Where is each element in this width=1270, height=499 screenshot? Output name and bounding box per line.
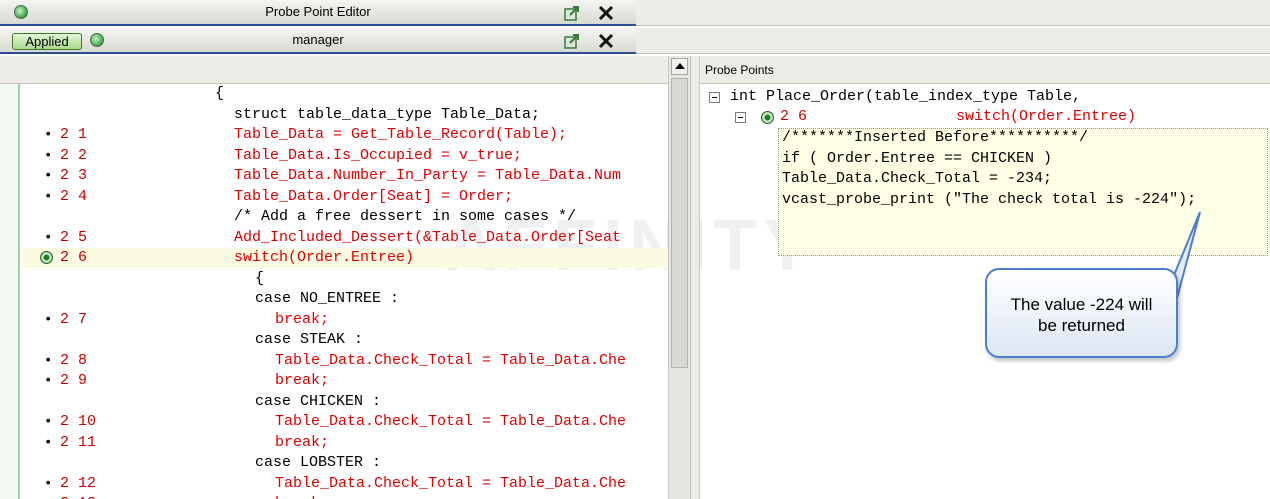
line-number: 2 12 bbox=[60, 474, 97, 492]
pane-splitter[interactable] bbox=[690, 56, 700, 499]
line-number: 2 11 bbox=[60, 433, 97, 451]
code-text: Table_Data.Is_Occupied = v_true; bbox=[234, 146, 523, 164]
titlebar-extension bbox=[636, 0, 1270, 26]
code-text: break; bbox=[275, 310, 330, 328]
line-number: 2 4 bbox=[60, 187, 88, 205]
titlebar-extension bbox=[636, 28, 1270, 54]
probe-points-label: Probe Points bbox=[705, 63, 774, 77]
code-line[interactable]: • 2 10 Table_Data.Check_Total = Table_Data… bbox=[22, 412, 668, 432]
probe-code-line: Table_Data.Check_Total = -234; bbox=[782, 170, 1053, 187]
code-line[interactable]: • 2 11 break; bbox=[22, 433, 668, 453]
code-line[interactable]: • 2 3 Table_Data.Number_In_Party = Table_D… bbox=[22, 166, 668, 186]
code-text: case STEAK : bbox=[255, 331, 364, 348]
editor-scrollbar[interactable] bbox=[668, 56, 690, 499]
code-text: case LOBSTER : bbox=[255, 454, 382, 471]
probe-point-icon[interactable] bbox=[40, 251, 53, 264]
editor-gutter bbox=[0, 84, 20, 499]
code-text: case CHICKEN : bbox=[255, 392, 382, 410]
callout-text: The value -224 will bbox=[1010, 295, 1153, 314]
collapse-icon[interactable] bbox=[735, 112, 746, 123]
code-text: Table_Data.Number_In_Party = Table_Data.… bbox=[234, 167, 622, 184]
code-line[interactable]: • 2 12 Table_Data.Check_Total = Table_Data… bbox=[22, 474, 668, 494]
code-line[interactable]: • 2 7 break; bbox=[22, 310, 668, 330]
code-text: Table_Data.Order[Seat] = Order; bbox=[234, 187, 514, 205]
line-number: 2 9 bbox=[60, 372, 88, 389]
scroll-thumb[interactable] bbox=[671, 78, 688, 368]
line-number: 2 6 bbox=[60, 249, 88, 266]
code-line[interactable]: • 2 1 Table_Data = Get_Table_Record(Table)… bbox=[22, 125, 668, 145]
code-line[interactable]: case NO_ENTREE : bbox=[22, 289, 668, 309]
code-text: Add_Included_Dessert(&Table_Data.Order[S… bbox=[234, 228, 622, 246]
line-number: 2 3 bbox=[60, 167, 88, 184]
close-icon[interactable] bbox=[597, 4, 615, 22]
code-text: break; bbox=[275, 372, 330, 389]
code-text: /* Add a free dessert in some cases */ bbox=[234, 208, 577, 225]
editor-header bbox=[0, 56, 668, 84]
line-number: 2 5 bbox=[60, 228, 88, 246]
maximize-icon[interactable] bbox=[563, 32, 581, 50]
coverage-bullet-icon: • bbox=[44, 373, 53, 389]
line-number: 2 7 bbox=[60, 310, 88, 328]
code-text: Table_Data.Check_Total = Table_Data.Che bbox=[275, 413, 627, 430]
annotation-callout: The value -224 will be returned bbox=[985, 268, 1178, 358]
coverage-bullet-icon: • bbox=[44, 229, 53, 246]
scroll-up-icon[interactable] bbox=[671, 58, 688, 75]
maximize-icon[interactable] bbox=[563, 4, 581, 22]
tree-function-node[interactable]: int Place_Order(table_index_type Table, bbox=[730, 87, 1081, 107]
coverage-bullet-icon: • bbox=[44, 188, 53, 205]
coverage-bullet-icon: • bbox=[44, 127, 53, 143]
tree-probe-line-no[interactable]: 2 6 bbox=[780, 107, 807, 127]
window-title: Probe Point Editor bbox=[265, 4, 371, 19]
code-text: Table_Data.Check_Total = Table_Data.Che bbox=[275, 351, 627, 369]
code-text: Table_Data.Check_Total = Table_Data.Che bbox=[275, 474, 627, 492]
code-line[interactable]: • 2 13 break; bbox=[22, 494, 668, 499]
line-number: 2 10 bbox=[60, 413, 97, 430]
coverage-bullet-icon: • bbox=[44, 168, 53, 184]
close-icon[interactable] bbox=[597, 32, 615, 50]
coverage-bullet-icon: • bbox=[44, 494, 52, 499]
code-line[interactable]: 2 6 switch(Order.Entree) bbox=[22, 248, 668, 268]
code-line[interactable]: • 2 4 Table_Data.Order[Seat] = Order; bbox=[22, 187, 668, 207]
code-line[interactable]: • 2 5 Add_Included_Dessert(&Table_Data.Ord… bbox=[22, 228, 668, 248]
coverage-bullet-icon: • bbox=[44, 475, 53, 492]
code-line[interactable]: struct table_data_type Table_Data; bbox=[22, 105, 668, 125]
code-text: break; bbox=[275, 433, 330, 451]
code-line[interactable]: /* Add a free dessert in some cases */ bbox=[22, 207, 668, 227]
collapse-icon[interactable] bbox=[709, 92, 720, 103]
probe-code-line: if ( Order.Entree == CHICKEN ) bbox=[782, 150, 1053, 167]
code-text: Table_Data = Get_Table_Record(Table); bbox=[234, 126, 568, 143]
code-line[interactable]: • 2 2 Table_Data.Is_Occupied = v_true; bbox=[22, 146, 668, 166]
coverage-bullet-icon: • bbox=[44, 147, 53, 164]
code-line[interactable]: • 2 8 Table_Data.Check_Total = Table_Data.… bbox=[22, 351, 668, 371]
code-line[interactable]: case LOBSTER : bbox=[22, 453, 668, 473]
code-line[interactable]: • 2 9 break; bbox=[22, 371, 668, 391]
line-number: 2 2 bbox=[60, 146, 88, 164]
callout-text: be returned bbox=[1038, 316, 1125, 335]
code-line[interactable]: case STEAK : bbox=[22, 330, 668, 350]
code-text: case NO_ENTREE : bbox=[255, 290, 400, 307]
code-text: switch(Order.Entree) bbox=[234, 249, 415, 266]
probe-point-editor-titlebar: Probe Point Editor bbox=[0, 0, 636, 26]
coverage-bullet-icon: • bbox=[44, 311, 53, 328]
code-text: { bbox=[215, 85, 225, 102]
tree-probe-statement[interactable]: switch(Order.Entree) bbox=[956, 107, 1136, 127]
coverage-bullet-icon: • bbox=[44, 352, 53, 369]
code-text: break; bbox=[275, 494, 329, 499]
window-title: manager bbox=[292, 32, 344, 47]
coverage-bullet-icon: • bbox=[44, 414, 53, 430]
line-number: 2 8 bbox=[60, 351, 88, 369]
line-number: 2 1 bbox=[60, 126, 88, 143]
code-text: { bbox=[255, 269, 265, 287]
code-line[interactable]: case CHICKEN : bbox=[22, 392, 668, 412]
probe-code-line: vcast_probe_print ("The check total is -… bbox=[782, 191, 1197, 208]
probe-point-icon bbox=[761, 111, 774, 124]
code-line[interactable]: { bbox=[22, 269, 668, 289]
probe-points-header: Probe Points bbox=[700, 56, 1270, 84]
line-number: 2 13 bbox=[60, 494, 96, 499]
probe-code-line: /*******Inserted Before**********/ bbox=[782, 129, 1089, 146]
manager-titlebar: Applied manager bbox=[0, 28, 636, 54]
code-line[interactable]: { bbox=[22, 84, 668, 104]
code-text: struct table_data_type Table_Data; bbox=[234, 105, 541, 123]
coverage-bullet-icon: • bbox=[44, 434, 53, 451]
